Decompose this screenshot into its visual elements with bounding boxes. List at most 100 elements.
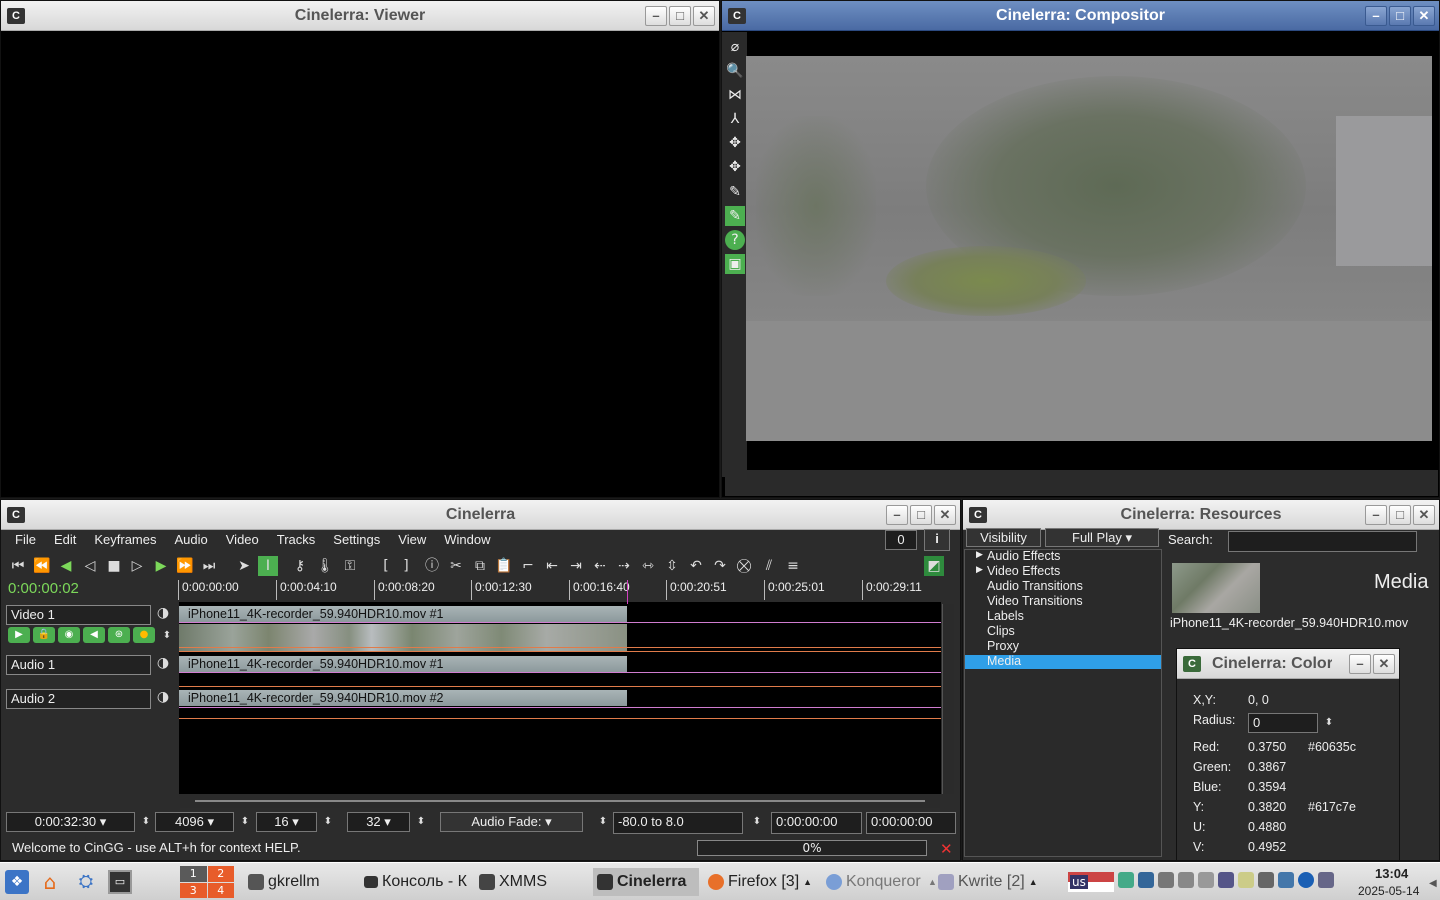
gang-track-icon[interactable]: ◉: [58, 627, 80, 643]
folder-video-transitions[interactable]: Video Transitions: [987, 594, 1083, 608]
audio-fade-select[interactable]: Audio Fade: ▾: [440, 812, 583, 832]
ibeam-tool-icon[interactable]: I: [258, 556, 278, 576]
draw-track-icon[interactable]: ◀: [83, 627, 105, 643]
minimize-button[interactable]: –: [886, 505, 908, 525]
cut-icon[interactable]: ✂: [446, 556, 466, 576]
protect-icon[interactable]: ⌀: [725, 37, 745, 57]
compositor-video-frame[interactable]: [746, 56, 1432, 441]
play-reverse-icon[interactable]: ◀: [56, 556, 76, 576]
track-name-audio-1[interactable]: Audio 1: [6, 655, 151, 675]
task-kwrite[interactable]: Kwrite [2] ▲: [938, 868, 1038, 896]
minimize-button[interactable]: –: [1365, 505, 1387, 525]
track-expand-icon[interactable]: ◑: [153, 653, 173, 673]
asset-name[interactable]: iPhone11_4K-recorder_59.940HDR10.mov: [1170, 616, 1408, 630]
meter-icon[interactable]: ⫽: [759, 556, 779, 576]
menu-edit[interactable]: Edit: [45, 532, 85, 547]
task-firefox[interactable]: Firefox [3] ▲: [708, 868, 812, 896]
minimize-button[interactable]: –: [645, 6, 667, 26]
hp-tray-icon[interactable]: [1298, 872, 1314, 888]
fit-autos-icon[interactable]: ⇳: [662, 556, 682, 576]
zoom-icon[interactable]: 🔍: [725, 61, 745, 81]
main-titlebar[interactable]: C Cinelerra – □ ✕: [1, 500, 960, 530]
expand-arrow-icon[interactable]: ▶: [976, 550, 983, 560]
kde-menu-icon[interactable]: ❖: [5, 870, 29, 894]
scroll-thumb[interactable]: [195, 800, 925, 802]
thermometer-icon[interactable]: 🌡: [315, 556, 335, 576]
menu-window[interactable]: Window: [435, 532, 499, 547]
range-spinner-icon-2[interactable]: ⬍: [747, 812, 767, 832]
folder-audio-transitions[interactable]: Audio Transitions: [987, 579, 1083, 593]
home-icon[interactable]: ⌂: [38, 870, 62, 894]
track-drag-icon[interactable]: ⬍: [157, 626, 177, 646]
copy-icon[interactable]: ⧉: [470, 556, 490, 576]
maximize-button[interactable]: □: [669, 6, 691, 26]
safe-region-icon[interactable]: ▣: [725, 254, 745, 274]
help-icon[interactable]: ?: [725, 230, 745, 250]
folder-proxy[interactable]: Proxy: [987, 639, 1019, 653]
task-xmms[interactable]: XMMS: [479, 868, 547, 896]
display-tray-icon[interactable]: [1138, 872, 1154, 888]
task-konsole[interactable]: Консоль - К: [364, 868, 474, 896]
redo-icon[interactable]: ↷: [710, 556, 730, 576]
range-field[interactable]: -80.0 to 8.0: [613, 812, 743, 834]
info-icon[interactable]: ⓘ: [422, 556, 442, 576]
info-button[interactable]: i: [924, 529, 950, 551]
duration-field[interactable]: 0:00:32:30 ▾: [6, 812, 135, 832]
time-start-field[interactable]: 0:00:00:00: [771, 812, 862, 834]
track-expand-icon[interactable]: ◑: [153, 603, 173, 623]
fast-forward-icon[interactable]: ⏩: [175, 556, 195, 576]
vertical-scrollbar[interactable]: [942, 604, 954, 794]
taskbar-scroll-icon[interactable]: ◀: [1429, 878, 1437, 889]
mask-icon[interactable]: ⋈: [725, 85, 745, 105]
fit-selection-icon[interactable]: ⇿: [638, 556, 658, 576]
menu-lines-icon[interactable]: ≡: [783, 556, 803, 576]
desktop-1[interactable]: 1: [180, 866, 207, 882]
desktop-2[interactable]: 2: [207, 866, 234, 882]
mute-track-icon[interactable]: ⊛: [108, 627, 130, 643]
viewer-titlebar[interactable]: C Cinelerra: Viewer – □ ✕: [1, 1, 719, 31]
gang-icon[interactable]: ⛒: [734, 556, 754, 576]
menu-view[interactable]: View: [389, 532, 435, 547]
search-input[interactable]: [1228, 531, 1417, 552]
horizontal-scrollbar[interactable]: [180, 794, 940, 808]
arrow-tool-icon[interactable]: ➤: [234, 556, 254, 576]
eyedropper-icon[interactable]: ✎: [725, 206, 745, 226]
keyframe-icon[interactable]: ⚷: [290, 556, 310, 576]
close-button[interactable]: ✕: [934, 505, 956, 525]
folder-media[interactable]: Media: [987, 654, 1021, 668]
cancel-render-icon[interactable]: ✕: [940, 840, 953, 858]
maximize-button[interactable]: □: [1389, 6, 1411, 26]
menu-settings[interactable]: Settings: [324, 532, 389, 547]
clock-date[interactable]: 2025-05-14: [1358, 884, 1419, 898]
jump-end-icon[interactable]: ⏭: [199, 556, 219, 576]
rewind-start-icon[interactable]: ⏮: [8, 556, 28, 576]
out-point-icon[interactable]: ]: [396, 556, 416, 576]
usb-tray-icon[interactable]: [1198, 872, 1214, 888]
lock-tray-icon[interactable]: [1318, 872, 1334, 888]
play-mode-select[interactable]: Full Play ▾: [1045, 528, 1159, 547]
master-track-icon[interactable]: ●: [133, 627, 155, 643]
menu-keyframes[interactable]: Keyframes: [85, 532, 165, 547]
resources-titlebar[interactable]: C Cinelerra: Resources – □ ✕: [963, 500, 1439, 530]
paste-icon[interactable]: 📋: [494, 556, 514, 576]
track-expand-icon[interactable]: ◑: [153, 687, 173, 707]
zoom-spinner-icon[interactable]: ⬍: [411, 812, 431, 832]
range-spinner-icon[interactable]: ⬍: [593, 812, 613, 832]
scanner-tray-icon[interactable]: [1258, 872, 1274, 888]
terminal-icon[interactable]: ▭: [108, 870, 132, 894]
samples-spinner-icon[interactable]: ⬍: [235, 812, 255, 832]
color-titlebar[interactable]: C Cinelerra: Color – ✕: [1177, 649, 1399, 679]
close-button[interactable]: ✕: [1413, 505, 1435, 525]
prev-label-icon[interactable]: ⇤: [542, 556, 562, 576]
monitor-tray-icon[interactable]: [1278, 872, 1294, 888]
minimize-button[interactable]: –: [1365, 6, 1387, 26]
radius-input[interactable]: 0: [1248, 713, 1318, 733]
maximize-button[interactable]: □: [1389, 505, 1411, 525]
play-icon[interactable]: ▶: [151, 556, 171, 576]
menu-video[interactable]: Video: [217, 532, 268, 547]
network-icon[interactable]: ⛭: [74, 870, 98, 894]
fast-reverse-icon[interactable]: ⏪: [32, 556, 52, 576]
maximize-button[interactable]: □: [910, 505, 932, 525]
audio2-clip-title[interactable]: iPhone11_4K-recorder_59.940HDR10.mov #2: [179, 690, 627, 706]
sound-tray-icon[interactable]: [1218, 872, 1234, 888]
